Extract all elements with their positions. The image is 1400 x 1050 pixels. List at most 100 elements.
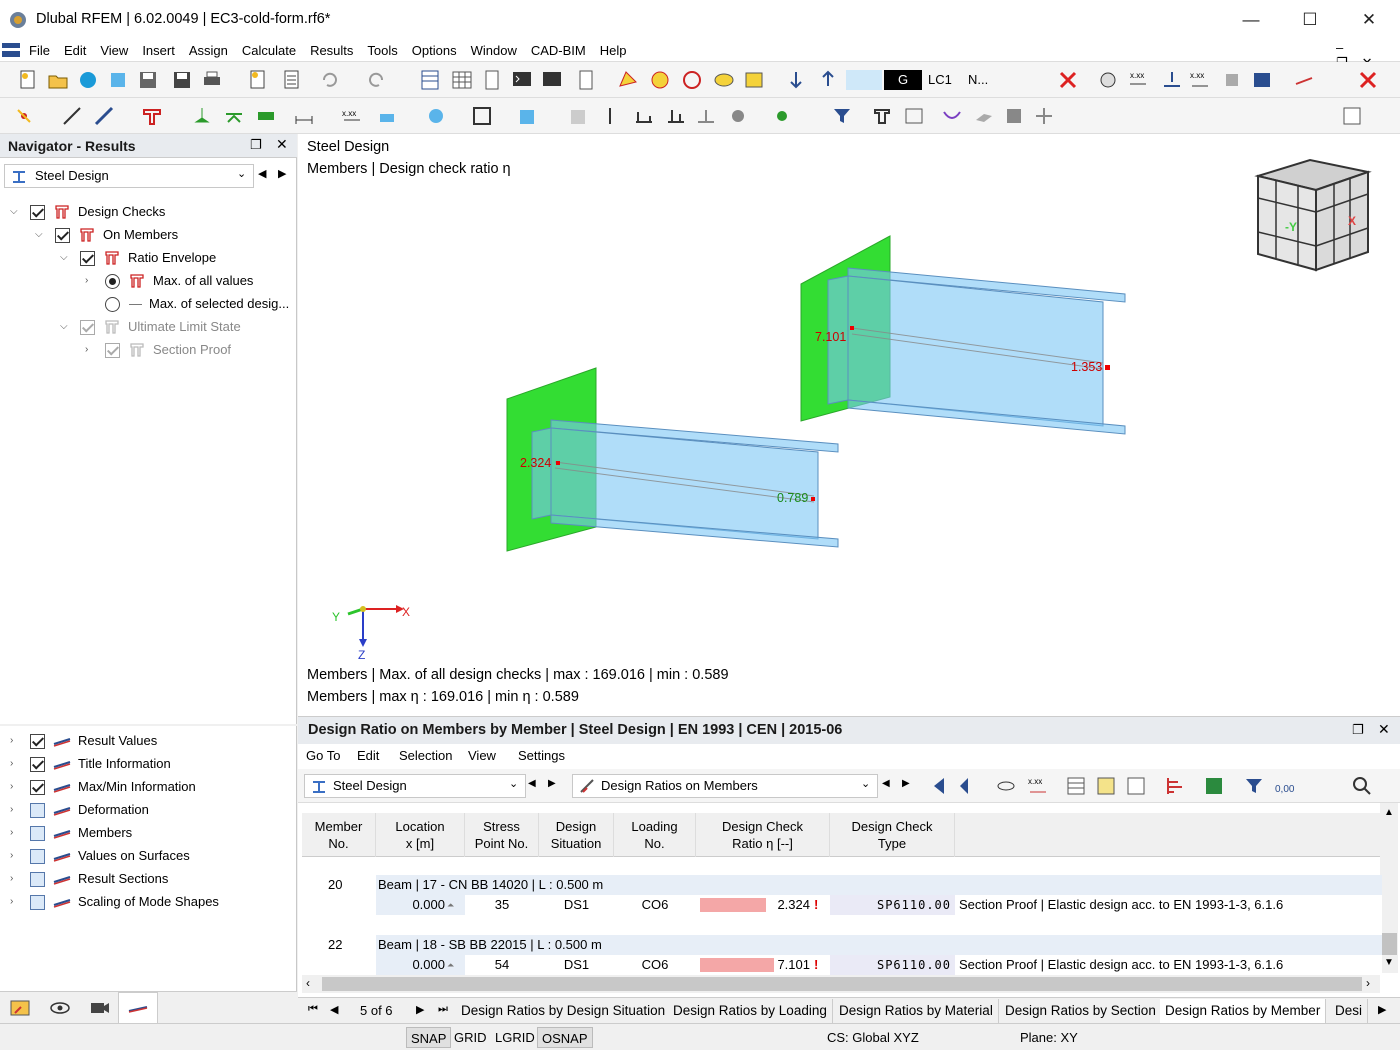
close-icon[interactable]: ✕ [1378,721,1390,738]
checkbox[interactable] [55,228,70,243]
checkbox[interactable] [105,343,120,358]
table-group-row[interactable]: 22 Beam | 18 - SB BB 22015 | L : 0.500 m [302,935,1382,955]
web-service-icon[interactable] [106,68,130,92]
move-icon[interactable] [1032,104,1056,128]
table-row[interactable]: 0.000 ⏶ 35 DS1 CO6 2.324! SP6110.00 Section Pro… [302,895,1382,915]
tab-results-icon[interactable] [118,992,158,1024]
result-values-icon[interactable]: x.xx [1026,774,1050,798]
result-tab[interactable]: Desi [1330,999,1369,1023]
animation-icon[interactable] [902,104,926,128]
expand-right-icon[interactable]: › [10,799,20,821]
solid-icon[interactable] [566,104,590,128]
restore-icon[interactable]: ❐ [250,137,262,153]
table-columns-icon[interactable] [1124,774,1148,798]
load-case-down-icon[interactable] [816,68,840,92]
load-case-code[interactable]: G [884,70,922,90]
column-header[interactable]: Member No. [302,813,376,857]
restore-icon[interactable]: ❐ [1352,722,1364,738]
checkbox[interactable] [30,826,45,841]
expand-right-icon[interactable]: › [10,845,20,867]
osnap-toggle[interactable]: OSNAP [537,1027,593,1048]
clear-filter-icon[interactable] [1356,68,1380,92]
gear-icon[interactable] [726,104,750,128]
view-settings-icon[interactable] [1250,68,1274,92]
scroll-right-icon[interactable]: › [1366,976,1370,990]
result-diagram-icon[interactable] [632,104,656,128]
tab-camera-icon[interactable] [88,996,118,1020]
expand-icon[interactable]: ⌵ [60,316,70,338]
load-case-select[interactable]: LC1 [928,72,952,87]
column-header[interactable]: Location x [m] [376,813,465,857]
expand-icon[interactable]: ⌵ [35,224,45,246]
scroll-thumb[interactable] [1381,933,1397,955]
line-hinge-icon[interactable] [598,104,622,128]
menu-assign[interactable]: Assign [182,40,235,61]
box-icon[interactable] [516,104,540,128]
result-tab[interactable]: Design Ratios by Design Situation [456,999,672,1023]
checkbox[interactable] [30,803,45,818]
undo-icon[interactable] [318,68,342,92]
menu-insert[interactable]: Insert [135,40,182,61]
prev-arrow-icon[interactable]: ◀ [258,167,266,180]
results-values-icon[interactable]: x.xx [1188,68,1212,92]
expand-icon[interactable]: ⌵ [10,201,20,223]
checkbox[interactable] [30,849,45,864]
result-tab[interactable]: Design Ratios by Member [1160,999,1327,1023]
select-polygon-icon[interactable] [616,68,640,92]
tab-view-icon[interactable] [48,996,78,1020]
guide-object-icon[interactable] [770,104,794,128]
results-menu-edit[interactable]: Edit [357,748,379,763]
scroll-down-icon[interactable]: ▼ [1384,957,1394,968]
menu-help[interactable]: Help [593,40,634,61]
excel-export-icon[interactable] [1202,774,1226,798]
prev-page-icon[interactable]: ◀ [330,1003,338,1016]
result-tab[interactable]: Design Ratios by Material [834,999,999,1023]
expand-right-icon[interactable]: › [85,270,95,292]
first-rec-icon[interactable] [926,774,950,798]
table-row[interactable]: 0.000 ⏶ 54 DS1 CO6 7.101! SP6110.00 Section Pro… [302,955,1382,975]
horizontal-scrollbar[interactable]: ‹ › [302,975,1380,993]
filter-icon[interactable] [1242,774,1266,798]
load-case-up-icon[interactable] [784,68,808,92]
new-line-icon[interactable] [60,104,84,128]
vertical-scrollbar[interactable]: ▲ ▼ [1380,803,1398,973]
select-rect-icon[interactable] [742,68,766,92]
new-support-icon[interactable] [190,104,214,128]
grid-toggle[interactable]: GRID [450,1027,491,1048]
new-model-icon[interactable] [16,68,40,92]
expand-right-icon[interactable]: › [10,753,20,775]
results-menu-view[interactable]: View [468,748,496,763]
result-diagram3-icon[interactable] [694,104,718,128]
report-view-icon[interactable] [280,68,304,92]
decimals-icon[interactable]: 0,00 [1274,774,1298,798]
result-values-icon[interactable]: x.xx [1126,68,1150,92]
minimize-button[interactable]: — [1236,8,1266,32]
menu-results[interactable]: Results [303,40,360,61]
checkbox[interactable] [30,895,45,910]
load-icon[interactable] [376,104,400,128]
expand-right-icon[interactable]: › [10,891,20,913]
view-option-select[interactable]: N... [968,72,988,87]
scroll-up-icon[interactable]: ▲ [1384,807,1394,818]
table-type-select[interactable]: Design Ratios on Members ⌄ [572,774,878,798]
expand-right-icon[interactable]: › [10,822,20,844]
filter-rec-icon[interactable] [956,774,980,798]
table-group-row[interactable]: 20 Beam | 17 - CN BB 14020 | L : 0.500 m [302,875,1382,895]
dimension-icon[interactable] [292,104,316,128]
prev-arrow-icon[interactable]: ◀ [882,778,890,789]
table-toggle-icon[interactable] [418,68,442,92]
column-header[interactable]: Design Check Type [830,813,955,857]
next-arrow-icon[interactable]: ▶ [902,778,910,789]
member-view-icon[interactable] [870,104,894,128]
checkbox[interactable] [30,872,45,887]
results-menu-settings[interactable]: Settings [518,748,565,763]
3d-viewport[interactable]: Steel Design Members | Design check rati… [298,134,1400,716]
radio-button[interactable] [105,297,120,312]
menu-cadbim[interactable]: CAD-BIM [524,40,593,61]
menu-edit[interactable]: Edit [57,40,93,61]
save-icon[interactable] [170,68,194,92]
expand-right-icon[interactable]: › [10,730,20,752]
lgrid-toggle[interactable]: LGRID [491,1027,539,1048]
checkbox[interactable] [80,251,95,266]
report-icon[interactable] [246,68,270,92]
